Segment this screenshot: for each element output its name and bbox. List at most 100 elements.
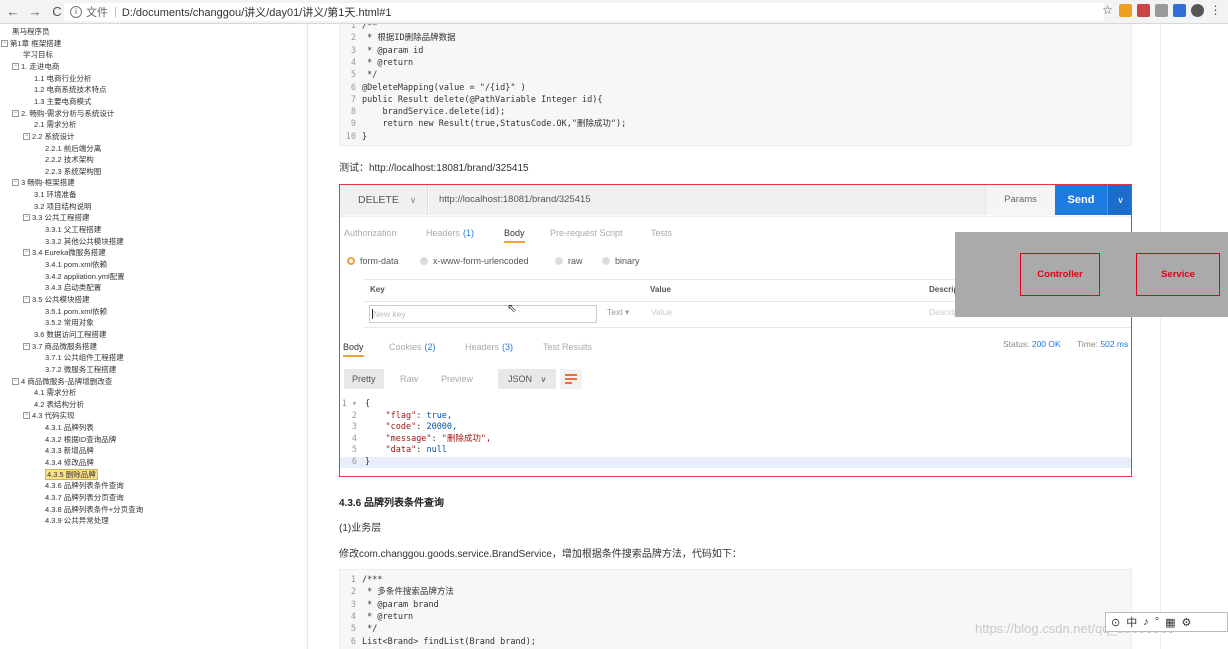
toc-item[interactable]: −3 畅购-框架搭建 (12, 177, 75, 188)
toc-item[interactable]: −3.5 公共模块搭建 (23, 294, 90, 305)
back-arrow-icon[interactable]: ← (4, 0, 22, 24)
bookmark-star-icon[interactable]: ☆ (1101, 4, 1114, 17)
toc-item[interactable]: 4.3.2 根据ID查询品牌 (45, 434, 116, 445)
body-mode-radio[interactable]: form-data (347, 256, 399, 266)
ime-button[interactable]: ⊙ (1111, 616, 1120, 629)
info-icon[interactable]: i (70, 6, 82, 18)
ime-button[interactable]: ▦ (1165, 616, 1175, 629)
toc-item[interactable]: 3.5.2 常用对象 (45, 317, 94, 328)
account-icon[interactable] (1191, 4, 1204, 17)
url-text[interactable]: D:/documents/changgou/讲义/day01/讲义/第1天.ht… (122, 4, 392, 20)
toc-item[interactable]: −4.3 代码实现 (23, 410, 75, 421)
toc-item[interactable]: −2. 畅购-需求分析与系统设计 (12, 108, 114, 119)
toc-item[interactable]: 2.2.3 系统架构图 (45, 166, 101, 177)
toc-item[interactable]: 4.3.6 品牌列表条件查询 (45, 480, 124, 491)
toc-item[interactable]: 2.2.1 前后端分离 (45, 143, 101, 154)
toc-item[interactable]: −2.2 系统设计 (23, 131, 75, 142)
request-tab[interactable]: Body (504, 223, 525, 243)
toc-item[interactable]: − 第1章 框架搭建 (1, 38, 61, 49)
collapse-toggle-icon[interactable]: − (23, 295, 30, 303)
request-url-input[interactable]: http://localhost:18081/brand/325415 (429, 185, 985, 215)
body-mode-radio[interactable]: x-www-form-urlencoded (420, 256, 529, 266)
collapse-toggle-icon[interactable]: − (23, 249, 30, 257)
view-mode-button[interactable]: Raw (400, 369, 418, 389)
toc-item[interactable]: 3.1 环境准备 (34, 189, 77, 200)
format-select[interactable]: JSON ∨ (498, 369, 557, 389)
toc-item[interactable]: 3.4.1 pom.xml依赖 (45, 259, 107, 270)
toc-item[interactable]: 3.3.2 其他公共模块搭建 (45, 236, 124, 247)
body-mode-radio[interactable]: binary (602, 256, 640, 266)
toc-item[interactable]: 黑马程序员 (12, 26, 50, 37)
request-tab[interactable]: Tests (651, 223, 672, 243)
body-mode-radio[interactable]: raw (555, 256, 583, 266)
toc-item[interactable]: 4.3.1 品牌列表 (45, 422, 94, 433)
toc-item[interactable]: 3.2 项目结构说明 (34, 201, 92, 212)
toc-item[interactable]: 4.1 需求分析 (34, 387, 77, 398)
send-dropdown-icon[interactable]: ∨ (1107, 185, 1131, 215)
collapse-toggle-icon[interactable]: − (23, 342, 30, 350)
ime-button[interactable]: ⚙ (1182, 616, 1192, 629)
toc-item[interactable]: 4.3.5 删除品牌 (45, 468, 98, 480)
toc-item[interactable]: 1.3 主要电商模式 (34, 96, 92, 107)
view-mode-button[interactable]: Preview (441, 369, 473, 389)
forward-arrow-icon[interactable]: → (26, 0, 44, 24)
toc-item[interactable]: 1.1 电商行业分析 (34, 73, 92, 84)
new-key-input[interactable]: New key (369, 305, 597, 323)
wrap-lines-icon[interactable] (560, 369, 582, 389)
toc-item[interactable]: −4 商品微服务-品牌增删改查 (12, 376, 112, 387)
toc-item[interactable]: 4.3.9 公共异常处理 (45, 515, 109, 526)
toc-item[interactable]: 2.1 需求分析 (34, 119, 77, 130)
toc-item[interactable]: 3.7.2 微服务工程搭建 (45, 364, 116, 375)
response-tab[interactable]: Body (343, 337, 364, 357)
toc-item[interactable]: −3.4 Eureka微服务搭建 (23, 247, 106, 258)
toc-item[interactable]: −3.3 公共工程搭建 (23, 212, 90, 223)
collapse-toggle-icon[interactable]: − (12, 377, 19, 385)
toc-item[interactable]: 4.3.3 新增品牌 (45, 445, 94, 456)
toc-item[interactable]: 学习目标 (23, 49, 53, 60)
response-tab[interactable]: Headers (3) (465, 337, 513, 357)
toc-item[interactable]: 4.3.7 品牌列表分页查询 (45, 492, 124, 503)
collapse-toggle-icon[interactable]: − (1, 39, 8, 47)
request-tab[interactable]: Headers (1) (426, 223, 474, 243)
collapse-toggle-icon[interactable]: − (12, 62, 19, 70)
toc-item[interactable]: −3.7 商品微服务搭建 (23, 341, 97, 352)
address-bar[interactable]: i 文件 | D:/documents/changgou/讲义/day01/讲义… (64, 3, 1104, 21)
type-select[interactable]: Text ▾ (607, 307, 629, 318)
collapse-toggle-icon[interactable]: − (12, 179, 19, 187)
toc-item[interactable]: 4.2 表结构分析 (34, 399, 84, 410)
send-button[interactable]: Send (1055, 185, 1107, 215)
toc-item[interactable]: 3.4.2 appliation.yml配置 (45, 271, 125, 282)
toc-item[interactable]: 2.2.2 技术架构 (45, 154, 94, 165)
toc-item[interactable]: 1.2 电商系统技术特点 (34, 84, 107, 95)
extension-y-icon[interactable] (1155, 4, 1168, 17)
collapse-toggle-icon[interactable]: − (23, 214, 30, 222)
params-button[interactable]: Params (985, 185, 1055, 215)
request-tab[interactable]: Pre-request Script (550, 223, 623, 243)
ime-button[interactable]: ♪ (1143, 616, 1149, 628)
collapse-toggle-icon[interactable]: − (23, 412, 30, 420)
toc-item[interactable]: 3.4.3 启动类配置 (45, 282, 101, 293)
extension-translate-icon[interactable] (1137, 4, 1150, 17)
toc-item[interactable]: 3.7.1 公共组件工程搭建 (45, 352, 124, 363)
ime-button[interactable]: ° (1155, 616, 1159, 628)
request-tab[interactable]: Authorization (344, 223, 397, 243)
extension-hand-icon[interactable] (1119, 4, 1132, 17)
toc-item[interactable]: 4.3.8 品牌列表条件+分页查询 (45, 504, 143, 515)
collapse-toggle-icon[interactable]: − (12, 109, 19, 117)
toc-item[interactable]: 3.5.1 pom.xml依赖 (45, 306, 107, 317)
json-brace: } (365, 457, 371, 467)
url-separator: | (114, 6, 117, 18)
response-tab[interactable]: Test Results (543, 337, 592, 357)
menu-icon[interactable]: ⋮ (1209, 4, 1222, 17)
view-mode-button[interactable]: Pretty (344, 369, 384, 389)
toc-item[interactable]: 4.3.4 修改品牌 (45, 457, 94, 468)
toc-item[interactable]: 3.6 数据访问工程搭建 (34, 329, 107, 340)
collapse-toggle-icon[interactable]: − (23, 132, 30, 140)
new-value-input[interactable]: Value (651, 307, 672, 317)
extension-dh-icon[interactable] (1173, 4, 1186, 17)
response-tab[interactable]: Cookies (2) (389, 337, 436, 357)
ime-button[interactable]: 中 (1126, 614, 1137, 630)
toc-item[interactable]: −1. 走进电商 (12, 61, 59, 72)
http-method-select[interactable]: DELETE ∨ (340, 185, 428, 215)
toc-item[interactable]: 3.3.1 父工程搭建 (45, 224, 101, 235)
